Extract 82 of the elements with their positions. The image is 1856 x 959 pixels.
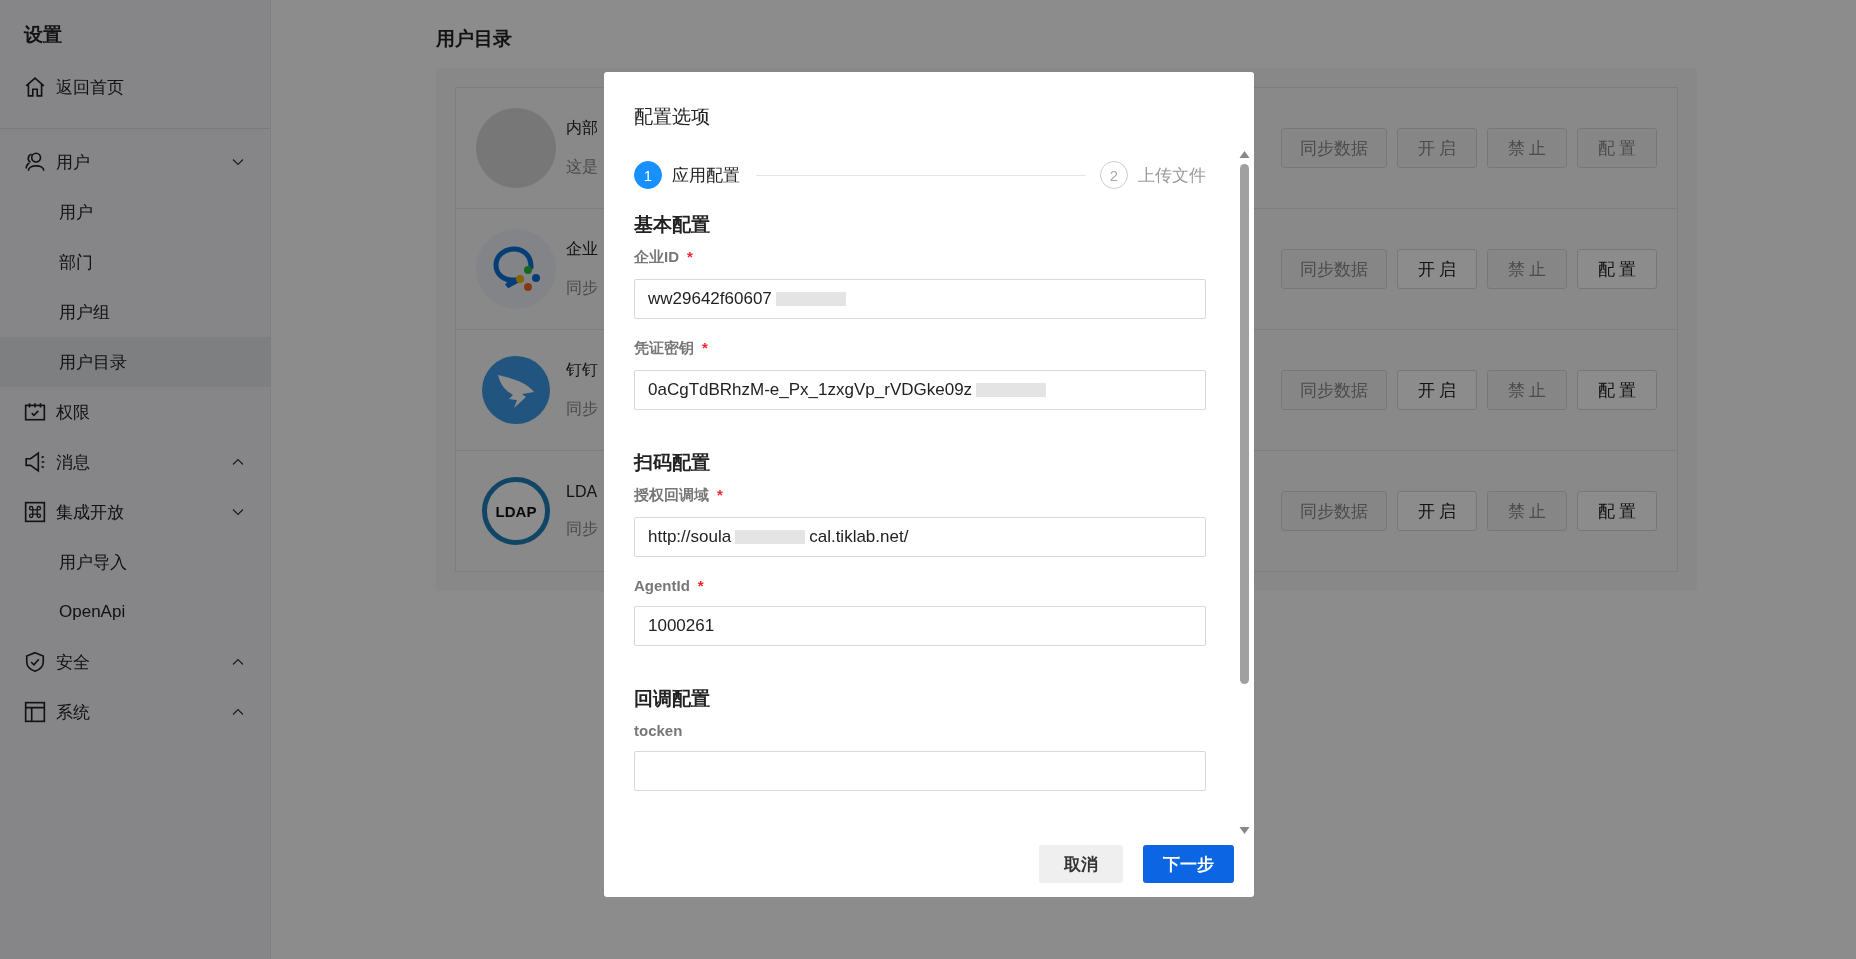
required-mark: * [687,248,693,267]
layout-icon [24,701,46,723]
action-button: 禁 止 [1487,249,1567,289]
shield-check-icon [24,651,46,673]
step: 2 上传文件 [1100,161,1206,189]
field-label: 凭证密钥 [634,339,694,358]
action-button: 同步数据 [1281,491,1387,531]
action-button: 同步数据 [1281,370,1387,410]
section-title: 回调配置 [634,687,711,711]
input-field[interactable] [634,751,1206,791]
scroll-up-icon[interactable] [1238,150,1250,158]
sidebar-subitem[interactable]: 用户导入 [0,537,270,587]
input-field[interactable]: 0aCgTdBRhzM-e_Px_1zxgVp_rVDGke09z [634,370,1206,410]
action-button: 禁 止 [1487,491,1567,531]
field-label: 企业ID [634,248,679,267]
sidebar-item[interactable]: 集成开放 [0,487,270,537]
sidebar-subitem[interactable]: 部门 [0,237,270,287]
chevron-up-icon [232,458,244,466]
directory-description: 同步 [566,278,598,298]
chevron-down-icon [232,508,244,516]
field-value: http://soula [648,527,732,547]
step: 1 应用配置 [634,161,740,189]
chevron-up-icon [232,708,244,716]
chevron-down-icon [232,158,244,166]
input-field[interactable]: 1000261 [634,606,1206,646]
sidebar-subitem[interactable]: 用户目录 [0,337,270,387]
action-button: 禁 止 [1487,128,1567,168]
action-button: 同步数据 [1281,128,1387,168]
sidebar-subitem[interactable]: 用户 [0,187,270,237]
field-label: AgentId [634,577,690,594]
ldap-logo: LDAP [482,477,550,545]
action-button[interactable]: 配 置 [1577,249,1657,289]
user-icon [24,151,46,173]
sidebar-item[interactable]: 安全 [0,637,270,687]
directory-name: LDA [566,482,598,501]
required-mark: * [697,577,704,594]
action-button: 禁 止 [1487,370,1567,410]
input-field[interactable]: ww29642f60607 [634,279,1206,319]
dialog-title: 配置选项 [633,105,711,129]
directory-description: 这是 [566,157,598,177]
field-value: 1000261 [648,616,715,636]
directory-name: 内部 [566,118,598,138]
command-key-icon [24,501,46,523]
sidebar-item[interactable]: 用户 [0,137,270,187]
home-link[interactable]: 返回首页 [0,62,270,112]
directory-name: 钉钉 [566,360,598,380]
field-value: ww29642f60607 [648,289,772,309]
cancel-button[interactable]: 取消 [1039,845,1123,883]
field-label: 授权回调域 [634,486,709,505]
sidebar-item[interactable]: 系统 [0,687,270,737]
section-title: 扫码配置 [634,451,711,475]
action-button: 配 置 [1577,128,1657,168]
field-value: 0aCgTdBRhzM-e_Px_1zxgVp_rVDGke09z [648,380,973,400]
action-button[interactable]: 配 置 [1577,370,1657,410]
chat-bubble-icon [476,229,556,309]
chevron-up-icon [232,658,244,666]
required-mark: * [702,339,708,358]
action-button[interactable]: 开 启 [1397,491,1477,531]
section-title: 基本配置 [634,213,711,237]
required-mark: * [717,486,723,505]
directory-description: 同步 [566,399,598,419]
speaker-icon [24,451,46,473]
action-button[interactable]: 开 启 [1397,249,1477,289]
action-button: 开 启 [1397,128,1477,168]
sidebar-title: 设置 [22,23,63,47]
directory-name: 企业 [566,239,598,259]
sidebar-subitem[interactable]: OpenApi [0,587,270,637]
action-button: 同步数据 [1281,249,1387,289]
field-label: tocken [634,722,683,739]
page-title: 用户目录 [436,27,513,51]
directory-description: 同步 [566,518,598,539]
next-button[interactable]: 下一步 [1143,845,1234,883]
house-icon [24,76,46,98]
action-button[interactable]: 开 启 [1397,370,1477,410]
sidebar-subitem[interactable]: 用户组 [0,287,270,337]
field-value: cal.tiklab.net/ [809,527,909,547]
input-field[interactable]: http://soula cal.tiklab.net/ [634,517,1206,557]
action-button[interactable]: 配 置 [1577,491,1657,531]
calendar-check-icon [24,401,46,423]
sidebar-item[interactable]: 消息 [0,437,270,487]
scroll-down-icon[interactable] [1238,827,1250,835]
sidebar-item[interactable]: 权限 [0,387,270,437]
